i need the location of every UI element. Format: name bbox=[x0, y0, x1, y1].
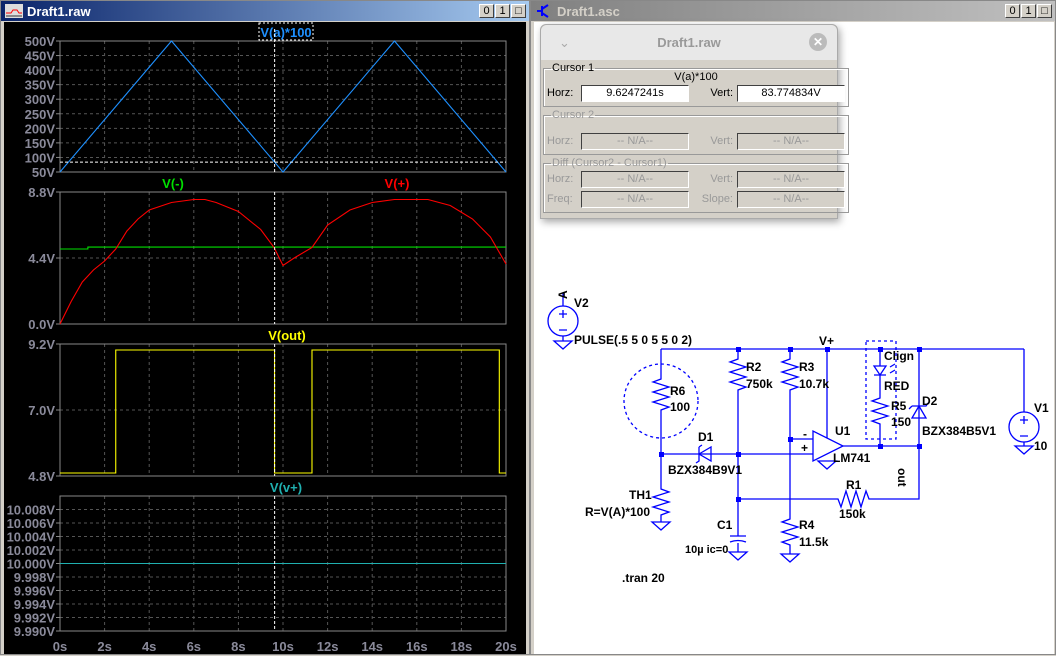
r6-label: R6 bbox=[670, 384, 686, 398]
r2-label: R2 bbox=[746, 360, 762, 374]
v1-label: V1 bbox=[1034, 401, 1049, 415]
clign-label: Clign bbox=[884, 349, 914, 363]
opamp-plus: + bbox=[801, 441, 808, 455]
wire-r3-r4[interactable] bbox=[779, 349, 801, 554]
d1-label: D1 bbox=[698, 430, 714, 444]
dialog-header[interactable]: ⌄ Draft1.raw ✕ bbox=[541, 25, 837, 60]
opamp-minus: - bbox=[803, 427, 807, 441]
cursor2-horz-field: -- N/A-- bbox=[581, 132, 689, 150]
r3-label: R3 bbox=[799, 360, 815, 374]
chevron-down-icon[interactable]: ⌄ bbox=[559, 25, 570, 60]
cursor2-group: Cursor 2 Horz: -- N/A-- Vert: -- N/A-- bbox=[543, 109, 849, 155]
wire-th1[interactable] bbox=[650, 454, 672, 522]
c1-value: 10µ ic=0 bbox=[685, 544, 728, 556]
cursor2-vert-field: -- N/A-- bbox=[737, 132, 845, 150]
d2-label: D2 bbox=[922, 394, 938, 408]
u1-value: LM741 bbox=[833, 451, 871, 465]
r4-value: 11.5k bbox=[799, 535, 829, 549]
wire-r2-c1[interactable] bbox=[727, 349, 749, 536]
vert-label: Vert: bbox=[710, 135, 733, 147]
th1-label: TH1 bbox=[629, 488, 652, 502]
horz-label: Horz: bbox=[547, 173, 574, 185]
u1-label: U1 bbox=[835, 424, 851, 438]
vert-label: Vert: bbox=[710, 173, 733, 185]
r4-label: R4 bbox=[799, 518, 815, 532]
horz-label: Horz: bbox=[547, 135, 574, 147]
slope-label: Slope: bbox=[701, 193, 733, 205]
v2-label: V2 bbox=[574, 296, 589, 310]
vert-label: Vert: bbox=[710, 87, 733, 99]
v1-polarity-icon bbox=[1020, 416, 1028, 437]
r2-value: 750k bbox=[746, 377, 773, 391]
horz-label: Horz: bbox=[547, 87, 574, 99]
r5-label: R5 bbox=[891, 399, 907, 413]
d2-value: BZX384B5V1 bbox=[922, 424, 996, 438]
led-icon[interactable] bbox=[872, 363, 896, 377]
dialog-title: Draft1.raw bbox=[657, 35, 721, 50]
close-icon[interactable]: ✕ bbox=[809, 33, 827, 51]
r5-value: 150 bbox=[891, 415, 911, 429]
cursor1-horz-field[interactable]: 9.6247241s bbox=[581, 84, 689, 102]
diff-freq-field: -- N/A-- bbox=[581, 190, 689, 208]
cursor1-vert-field[interactable]: 83.774834V bbox=[737, 84, 845, 102]
diff-slope-field: -- N/A-- bbox=[737, 190, 845, 208]
cursor2-legend: Cursor 2 bbox=[552, 109, 595, 121]
v2-polarity-icon bbox=[559, 310, 567, 331]
v2-value: PULSE(.5 5 0 5 5 0 2) bbox=[574, 333, 692, 347]
r6-value: 100 bbox=[670, 400, 690, 414]
v1-value: 10 bbox=[1034, 439, 1048, 453]
r1-label: R1 bbox=[846, 478, 862, 492]
spice-directive[interactable]: .tran 20 bbox=[622, 571, 665, 585]
cursor1-legend: Cursor 1 bbox=[552, 62, 595, 74]
diff-horz-field: -- N/A-- bbox=[581, 170, 689, 188]
wire-led-r5[interactable] bbox=[869, 349, 891, 446]
out-net-label: out bbox=[895, 468, 909, 487]
c1-capacitor-icon[interactable] bbox=[729, 535, 747, 543]
r3-value: 10.7k bbox=[799, 377, 829, 391]
led-value: RED bbox=[884, 379, 910, 393]
diff-group: Diff (Cursor2 - Cursor1) Horz: -- N/A-- Ve… bbox=[543, 157, 849, 213]
r1-value: 150k bbox=[839, 507, 866, 521]
c1-label: C1 bbox=[717, 518, 733, 532]
vplus-net-label: V+ bbox=[819, 334, 834, 348]
diff-legend: Diff (Cursor2 - Cursor1) bbox=[552, 157, 667, 169]
schematic-svg: V2 A PULSE(.5 5 0 5 5 0 2) R6 100 D1 BZX… bbox=[547, 290, 1049, 585]
freq-label: Freq: bbox=[547, 193, 573, 205]
diff-vert-field: -- N/A-- bbox=[737, 170, 845, 188]
cursor1-group: Cursor 1 V(a)*100 Horz: 9.6247241s Vert: 83… bbox=[543, 62, 849, 107]
th1-value: R=V(A)*100 bbox=[585, 505, 650, 519]
d1-value: BZX384B9V1 bbox=[668, 463, 742, 477]
v2-node-label: A bbox=[556, 290, 570, 299]
cursor-dialog: ⌄ Draft1.raw ✕ Cursor 1 V(a)*100 Horz: 9.… bbox=[540, 24, 849, 219]
